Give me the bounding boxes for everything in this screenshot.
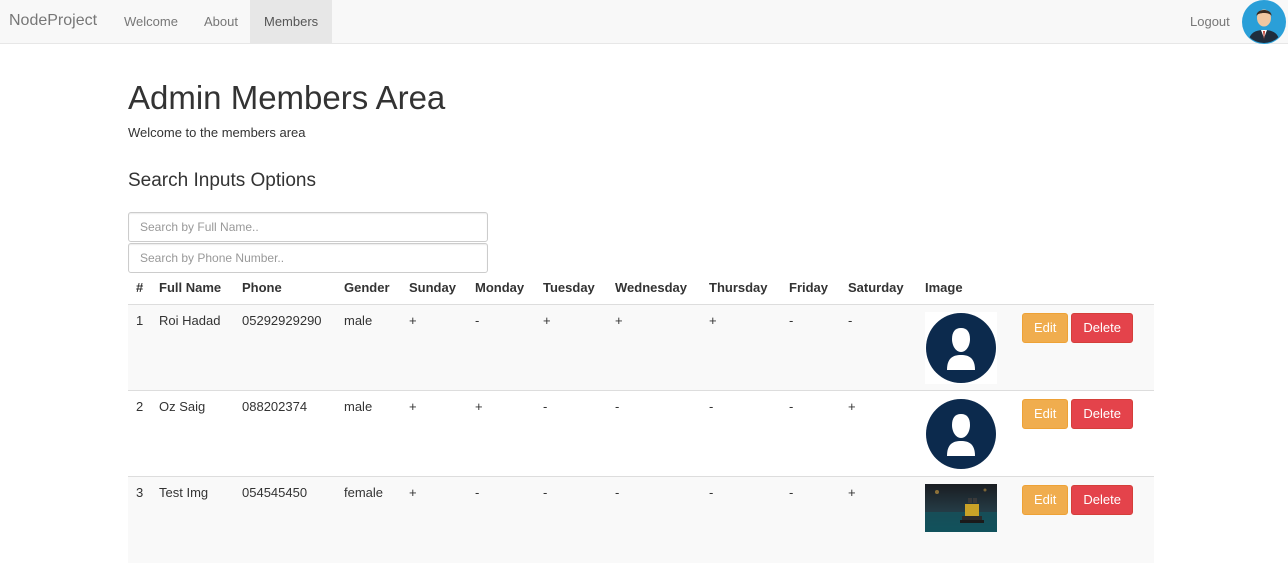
row-phone: 054545450 <box>234 476 336 563</box>
header-full-name: Full Name <box>151 271 234 305</box>
row-saturday: + <box>840 476 917 563</box>
row-friday: - <box>781 476 840 563</box>
row-full-name: Oz Saig <box>151 390 234 477</box>
row-monday: - <box>467 476 535 563</box>
row-gender: male <box>336 390 401 477</box>
row-monday: - <box>467 304 535 391</box>
row-gender: female <box>336 476 401 563</box>
row-tuesday: + <box>535 304 607 391</box>
row-tuesday: - <box>535 390 607 477</box>
table-row: 1 Roi Hadad 05292929290 male + - + + + -… <box>128 304 1154 391</box>
default-avatar-icon <box>925 312 997 384</box>
nav-link-about[interactable]: About <box>190 0 252 44</box>
row-tuesday: - <box>535 476 607 563</box>
search-name-input[interactable] <box>128 212 488 242</box>
header-phone: Phone <box>234 271 336 305</box>
row-actions: Edit Delete <box>1014 390 1154 477</box>
row-number: 1 <box>128 304 151 391</box>
row-wednesday: - <box>607 476 701 563</box>
row-wednesday: - <box>607 390 701 477</box>
row-thursday: - <box>701 476 781 563</box>
logout-link[interactable]: Logout <box>1190 0 1230 44</box>
row-image-cell <box>917 304 1014 391</box>
page-title: Admin Members Area <box>128 79 446 116</box>
row-full-name: Roi Hadad <box>151 304 234 391</box>
robot-photo <box>925 484 997 532</box>
row-full-name: Test Img <box>151 476 234 563</box>
user-avatar-icon[interactable] <box>1242 0 1286 44</box>
brand-logo[interactable]: NodeProject <box>9 12 97 30</box>
delete-button[interactable]: Delete <box>1071 485 1133 515</box>
row-sunday: + <box>401 390 467 477</box>
row-gender: male <box>336 304 401 391</box>
header-gender: Gender <box>336 271 401 305</box>
nav-link-members[interactable]: Members <box>250 0 333 44</box>
row-saturday: - <box>840 304 917 391</box>
header-wednesday: Wednesday <box>607 271 701 305</box>
edit-button[interactable]: Edit <box>1022 313 1069 343</box>
page-subtitle: Welcome to the members area <box>128 125 306 140</box>
header-saturday: Saturday <box>840 271 917 305</box>
header-monday: Monday <box>467 271 535 305</box>
row-phone: 05292929290 <box>234 304 336 391</box>
row-number: 3 <box>128 476 151 563</box>
row-actions: Edit Delete <box>1014 476 1154 563</box>
row-thursday: - <box>701 390 781 477</box>
edit-button[interactable]: Edit <box>1022 399 1069 429</box>
table-header-row: # Full Name Phone Gender Sunday Monday T… <box>128 271 1154 305</box>
row-actions: Edit Delete <box>1014 304 1154 391</box>
delete-button[interactable]: Delete <box>1071 313 1133 343</box>
header-tuesday: Tuesday <box>535 271 607 305</box>
search-phone-input[interactable] <box>128 243 488 273</box>
row-phone: 088202374 <box>234 390 336 477</box>
row-friday: - <box>781 304 840 391</box>
edit-button[interactable]: Edit <box>1022 485 1069 515</box>
top-navbar: NodeProject Welcome About Members Logout <box>0 0 1288 44</box>
row-wednesday: + <box>607 304 701 391</box>
delete-button[interactable]: Delete <box>1071 399 1133 429</box>
header-num: # <box>128 271 151 305</box>
default-avatar-icon <box>925 398 997 470</box>
row-saturday: + <box>840 390 917 477</box>
row-image-cell <box>917 476 1014 563</box>
header-image: Image <box>917 271 1014 305</box>
row-sunday: + <box>401 476 467 563</box>
row-number: 2 <box>128 390 151 477</box>
header-actions <box>1014 271 1154 305</box>
table-row: 3 Test Img 054545450 female + - - - - - … <box>128 476 1154 563</box>
table-row: 2 Oz Saig 088202374 male + + - - - - + E… <box>128 390 1154 477</box>
members-table: # Full Name Phone Gender Sunday Monday T… <box>128 271 1154 563</box>
header-sunday: Sunday <box>401 271 467 305</box>
row-thursday: + <box>701 304 781 391</box>
section-title: Search Inputs Options <box>128 170 316 191</box>
row-monday: + <box>467 390 535 477</box>
nav-link-welcome[interactable]: Welcome <box>110 0 192 44</box>
row-sunday: + <box>401 304 467 391</box>
header-thursday: Thursday <box>701 271 781 305</box>
row-image-cell <box>917 390 1014 477</box>
row-friday: - <box>781 390 840 477</box>
header-friday: Friday <box>781 271 840 305</box>
